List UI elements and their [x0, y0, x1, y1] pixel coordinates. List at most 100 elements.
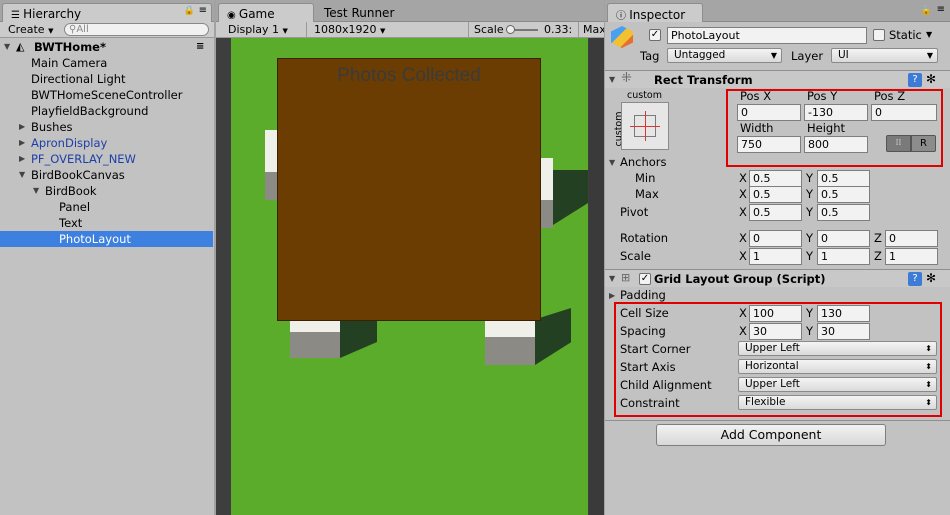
object-name-field[interactable]: PhotoLayout	[667, 27, 867, 44]
hierarchy-item-label: PF_OVERLAY_NEW	[31, 152, 136, 166]
expand-right-icon[interactable]: ▶	[19, 135, 25, 151]
height-field[interactable]: 800	[804, 136, 868, 153]
hierarchy-item[interactable]: BWTHomeSceneController	[0, 87, 213, 103]
pos-x-field[interactable]: 0	[737, 104, 801, 121]
hierarchy-item[interactable]: PhotoLayout	[0, 231, 213, 247]
rotation-z-field[interactable]: 0	[885, 230, 938, 247]
scale-value-text: 0.33:	[544, 23, 573, 36]
anchor-preset-button[interactable]	[621, 102, 669, 150]
cell-size-x-field[interactable]: 100	[749, 305, 802, 322]
add-component-button[interactable]: Add Component	[656, 424, 886, 446]
help-icon[interactable]: ?	[908, 73, 922, 87]
search-field[interactable]: ⚲All	[64, 23, 209, 36]
hierarchy-item[interactable]: ▶ Bushes	[0, 119, 213, 135]
lock-icon[interactable]: 🔒	[921, 6, 932, 16]
slider-thumb[interactable]	[506, 25, 515, 34]
width-field[interactable]: 750	[737, 136, 801, 153]
scene-row[interactable]: ▼ ◭ BWTHome* ≡	[0, 39, 213, 55]
hierarchy-item[interactable]: ▶ PF_OVERLAY_NEW	[0, 151, 213, 167]
pos-y-field[interactable]: -130	[804, 104, 868, 121]
bush-block-bottom-left-base	[290, 332, 340, 358]
tab-game[interactable]: ◉ Game	[218, 3, 314, 22]
rotation-y-field[interactable]: 0	[817, 230, 870, 247]
static-dropdown-icon[interactable]: ▼	[926, 30, 932, 39]
hierarchy-item[interactable]: Text	[0, 215, 213, 231]
scale-label: Scale	[470, 23, 508, 37]
pos-z-field[interactable]: 0	[871, 104, 937, 121]
anchor-max-y-field[interactable]: 0.5	[817, 186, 870, 203]
game-scrollbar[interactable]	[589, 38, 604, 515]
test-runner-label: Test Runner	[324, 6, 395, 20]
scale-y-field[interactable]: 1	[817, 248, 870, 265]
grid-layout-header[interactable]: ▼ ⊞ ✓ Grid Layout Group (Script) ? ✻	[605, 269, 950, 287]
rect-transform-header[interactable]: ▼ ⁜ Rect Transform ? ✻	[605, 70, 950, 88]
blueprint-mode-button[interactable]: ⁞⁞	[886, 135, 911, 152]
resolution-dropdown[interactable]: 1080x1920 ▼	[310, 23, 389, 37]
constraint-dropdown[interactable]: Flexible ⬍	[738, 395, 937, 410]
gear-icon[interactable]: ✻	[926, 72, 936, 86]
hierarchy-item[interactable]: Panel	[0, 199, 213, 215]
add-component-label: Add Component	[720, 427, 822, 442]
anchors-expand-icon[interactable]: ▼	[609, 158, 615, 167]
display-dropdown[interactable]: Display 1 ▼	[224, 23, 292, 37]
menu-icon[interactable]: ≡	[937, 4, 945, 15]
expand-down-icon[interactable]: ▼	[609, 75, 615, 84]
expand-right-icon[interactable]: ▶	[19, 151, 25, 167]
scale-slider[interactable]	[506, 25, 538, 34]
hierarchy-item[interactable]: ▼ BirdBookCanvas	[0, 167, 213, 183]
start-corner-dropdown[interactable]: Upper Left ⬍	[738, 341, 937, 356]
pivot-y-field[interactable]: 0.5	[817, 204, 870, 221]
padding-expand-icon[interactable]: ▶	[609, 291, 615, 300]
hierarchy-item-label: Directional Light	[31, 72, 126, 86]
active-checkbox[interactable]: ✓	[649, 29, 661, 41]
expand-right-icon[interactable]: ▶	[19, 119, 25, 135]
tag-value: Untagged	[674, 49, 726, 61]
help-icon[interactable]: ?	[908, 272, 922, 286]
layer-dropdown[interactable]: UI ▼	[831, 48, 938, 63]
component-enabled-checkbox[interactable]: ✓	[639, 273, 651, 285]
hierarchy-item-label: Main Camera	[31, 56, 108, 70]
spacing-x-field[interactable]: 30	[749, 323, 802, 340]
scene-menu-icon[interactable]: ≡	[196, 39, 204, 55]
tab-inspector[interactable]: ⓘ Inspector	[607, 3, 703, 22]
anchor-max-x-field[interactable]: 0.5	[749, 186, 802, 203]
hierarchy-item[interactable]: ▶ ApronDisplay	[0, 135, 213, 151]
hierarchy-item[interactable]: Main Camera	[0, 55, 213, 71]
create-dropdown[interactable]: Create ▼	[4, 23, 57, 37]
static-checkbox[interactable]	[873, 29, 885, 41]
lock-icon[interactable]: 🔒	[184, 6, 195, 16]
hierarchy-item[interactable]: ▼ BirdBook	[0, 183, 213, 199]
dropdown-arrow-icon: ▼	[48, 27, 54, 35]
inspector-tab-label: Inspector	[629, 8, 686, 22]
anchor-preset-label: custom	[627, 90, 662, 101]
scale-label: Scale	[620, 249, 651, 263]
rect-transform-icon: ⁜	[621, 71, 632, 86]
maximize-toggle[interactable]: Max	[579, 23, 604, 37]
tab-hierarchy[interactable]: ☰ Hierarchy 🔒 ≡	[2, 3, 212, 22]
expand-down-icon[interactable]: ▼	[33, 183, 39, 199]
pivot-x-field[interactable]: 0.5	[749, 204, 802, 221]
scale-z-field[interactable]: 1	[885, 248, 938, 265]
layer-value: UI	[838, 49, 849, 61]
expand-down-icon[interactable]: ▼	[609, 274, 615, 283]
spacing-y-field[interactable]: 30	[817, 323, 870, 340]
tab-test-runner[interactable]: Test Runner	[316, 3, 402, 22]
start-axis-dropdown[interactable]: Horizontal ⬍	[738, 359, 937, 374]
hierarchy-item[interactable]: PlayfieldBackground	[0, 103, 213, 119]
rotation-x-field[interactable]: 0	[749, 230, 802, 247]
anchor-min-x-field[interactable]: 0.5	[749, 170, 802, 187]
cell-size-y-field[interactable]: 130	[817, 305, 870, 322]
anchor-min-y-field[interactable]: 0.5	[817, 170, 870, 187]
scale-x-field[interactable]: 1	[749, 248, 802, 265]
hierarchy-item-label: Bushes	[31, 120, 73, 134]
game-viewport[interactable]: Photos Collected	[231, 38, 588, 515]
raw-edit-button[interactable]: R	[911, 135, 936, 152]
expand-down-icon[interactable]: ▼	[19, 167, 25, 183]
gear-icon[interactable]: ✻	[926, 271, 936, 285]
menu-icon[interactable]: ≡	[199, 5, 207, 16]
tag-dropdown[interactable]: Untagged ▼	[667, 48, 782, 63]
hierarchy-item[interactable]: Directional Light	[0, 71, 213, 87]
child-alignment-dropdown[interactable]: Upper Left ⬍	[738, 377, 937, 392]
expand-down-icon[interactable]: ▼	[4, 39, 10, 55]
start-axis-label: Start Axis	[620, 360, 676, 374]
